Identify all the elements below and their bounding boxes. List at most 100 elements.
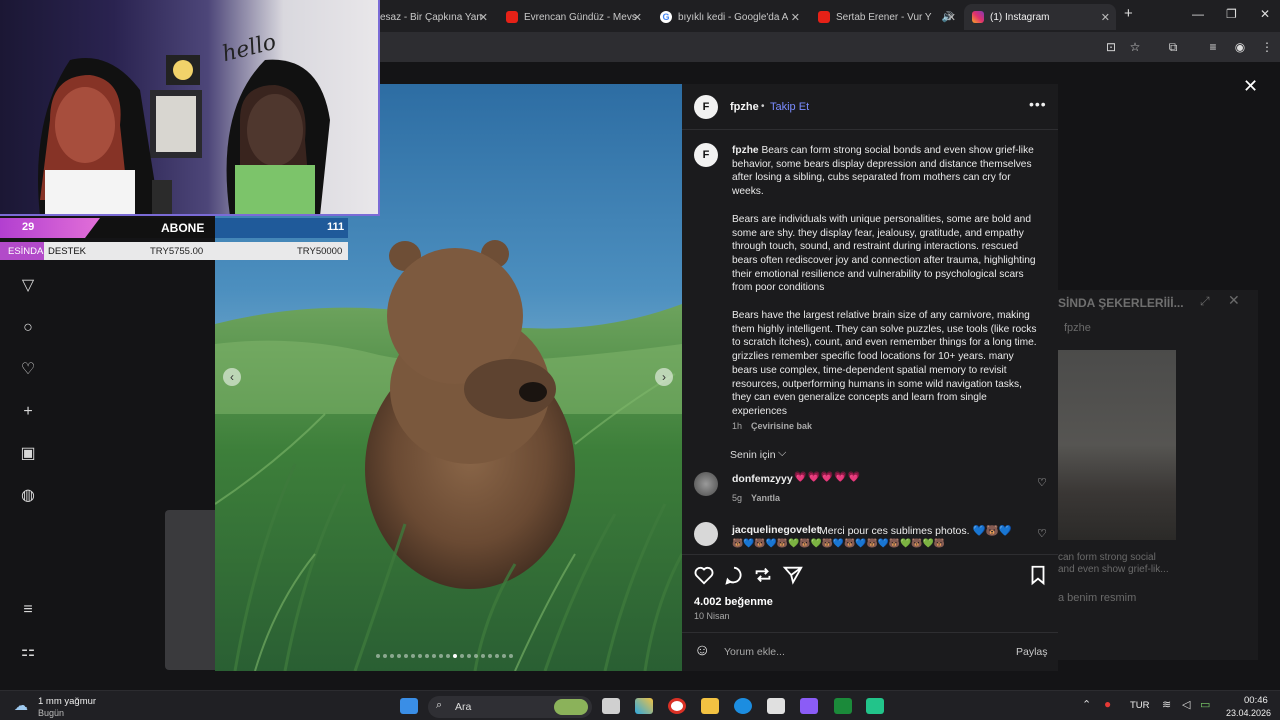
like-heart-icon[interactable] [693, 564, 715, 586]
follow-button[interactable]: Takip Et [770, 101, 809, 113]
heart-icon[interactable]: ♡ [18, 360, 38, 380]
comment-text: Merci pour ces sublimes photos. 💙🐻💙 [819, 525, 1012, 537]
battery-icon[interactable]: ▭ [1200, 698, 1210, 711]
tab-4[interactable]: Sertab Erener - Vur Y 🔊 ✕ [810, 4, 962, 30]
emoji-picker-icon[interactable]: ☺ [694, 642, 710, 660]
install-app-icon[interactable]: ⊡ [1104, 40, 1118, 54]
carousel-dot [495, 654, 499, 658]
profile-avatar-icon[interactable]: ◍ [18, 486, 38, 506]
share-comment-button[interactable]: Paylaş [1016, 646, 1048, 658]
commenter-avatar[interactable] [694, 472, 718, 496]
app-green-icon[interactable] [866, 698, 884, 714]
media-control-icon[interactable]: ≡ [1206, 40, 1220, 54]
carousel-dot [390, 654, 394, 658]
chrome-icon[interactable] [668, 698, 686, 714]
divider [682, 632, 1058, 633]
chat-user: fpzhe [1064, 322, 1091, 334]
tab-close-icon[interactable]: ✕ [791, 11, 800, 24]
commenter-avatar[interactable] [694, 522, 718, 546]
carousel-dot [453, 654, 457, 658]
extensions-icon[interactable]: ⧉ [1166, 40, 1180, 54]
restore-icon[interactable]: ❐ [1226, 7, 1237, 21]
file-explorer-icon[interactable] [701, 698, 719, 714]
clock-time[interactable]: 00:46 [1244, 695, 1268, 706]
carousel-dots [376, 654, 513, 658]
create-icon[interactable]: + [18, 402, 38, 422]
more-options-icon[interactable]: ••• [1029, 96, 1047, 112]
task-view-icon[interactable] [602, 698, 620, 714]
copilot-icon[interactable] [635, 698, 653, 714]
likes-count[interactable]: 4.002 beğenme [694, 596, 773, 608]
bookmark-star-icon[interactable]: ☆ [1128, 40, 1142, 54]
more-apps-icon[interactable]: ⚏ [18, 642, 38, 662]
xbox-icon[interactable] [834, 698, 852, 714]
chat-preview-line-2: and even show grief-lik... [1058, 564, 1169, 575]
reply-link[interactable]: Yanıtla [751, 493, 780, 503]
weather-icon[interactable]: ☁ [14, 697, 28, 714]
donation-label: DESTEK [48, 246, 87, 257]
prev-arrow-icon[interactable]: ‹ [223, 368, 241, 386]
youtube-icon [818, 11, 830, 23]
tab-2[interactable]: Evrencan Gündüz - Mevs ✕ [498, 4, 648, 30]
author-avatar[interactable]: F [694, 95, 718, 119]
chevron-up-icon[interactable]: ⌃ [1082, 698, 1091, 711]
tab-3[interactable]: G bıyıklı kedi - Google'da A ✕ [652, 4, 806, 30]
expand-icon: ⤢ [1200, 294, 1210, 308]
next-arrow-icon[interactable]: › [655, 368, 673, 386]
search-icon[interactable]: ○ [18, 318, 38, 338]
weather-text[interactable]: 1 mm yağmur [38, 696, 96, 707]
clock-date[interactable]: 23.04.2026 [1226, 708, 1271, 718]
tab-instagram[interactable]: (1) Instagram ✕ [964, 4, 1116, 30]
youtube-icon [506, 11, 518, 23]
profile-icon[interactable]: ◉ [1233, 40, 1247, 54]
comment-input[interactable]: Yorum ekle... [724, 646, 785, 658]
carousel-dot [383, 654, 387, 658]
tab-1[interactable]: esaz - Bir Çapkına Yan ✕ [372, 4, 494, 30]
windows-start-icon[interactable] [400, 698, 418, 714]
comment-like-heart-icon[interactable]: ♡ [1037, 476, 1047, 489]
comment-like-heart-icon[interactable]: ♡ [1037, 527, 1047, 540]
post-caption: fpzhe Bears can form strong social bonds… [732, 144, 1040, 433]
menu-icon[interactable]: ≡ [18, 600, 38, 620]
caption-username[interactable]: fpzhe [732, 145, 759, 156]
streamer-webcam-overlay: hello [0, 0, 380, 216]
comment-bubble-icon[interactable] [723, 564, 745, 586]
menu-kebab-icon[interactable]: ⋮ [1260, 40, 1274, 54]
dashboard-icon[interactable]: ▣ [18, 444, 38, 464]
store-icon[interactable] [767, 698, 785, 714]
save-bookmark-icon[interactable] [1027, 564, 1049, 586]
edge-icon[interactable] [734, 698, 752, 714]
new-tab-icon[interactable]: + [1124, 5, 1133, 22]
wifi-icon[interactable]: ≋ [1162, 698, 1171, 711]
author-username[interactable]: fpzhe [730, 101, 759, 113]
microphone-icon[interactable]: ● [1104, 697, 1111, 711]
tab-close-icon[interactable]: ✕ [479, 11, 488, 24]
donation-goal-bar: ESİNDA DESTEK TRY5755.00 TRY50000 [0, 242, 348, 260]
for-you-label[interactable]: Senin için [730, 449, 776, 461]
comment-username[interactable]: donfemzyyy [732, 473, 793, 485]
caption-avatar[interactable]: F [694, 143, 718, 167]
post-details-panel: F fpzhe • Takip Et ••• F fpzhe Bears can… [682, 84, 1058, 671]
repost-icon[interactable] [752, 564, 774, 586]
close-modal-icon[interactable]: ✕ [1243, 76, 1258, 97]
close-window-icon[interactable]: ✕ [1260, 7, 1270, 21]
subscriber-current: 29 [22, 221, 35, 233]
app-icon[interactable] [800, 698, 818, 714]
carousel-dot [425, 654, 429, 658]
see-translation-link[interactable]: Çevirisine bak [751, 421, 812, 431]
comment-username[interactable]: jacquelinegovelet [732, 524, 820, 536]
language-indicator[interactable]: TUR [1130, 700, 1150, 711]
minimize-icon[interactable]: — [1192, 7, 1204, 21]
carousel-dot [418, 654, 422, 658]
tab-close-icon[interactable]: ✕ [633, 11, 642, 24]
taskbar-search-box[interactable]: ⌕ Ara [428, 696, 592, 718]
tab-close-icon[interactable]: ✕ [1101, 11, 1110, 24]
volume-icon[interactable]: ◁ [1182, 698, 1190, 711]
filter-icon[interactable]: ▽ [18, 276, 38, 296]
chat-preview-line-1: can form strong social [1058, 552, 1156, 563]
carousel-dot [432, 654, 436, 658]
tab-close-icon[interactable]: ✕ [947, 11, 956, 24]
carousel-dot [411, 654, 415, 658]
chevron-down-icon[interactable]: ⌵ [778, 447, 786, 460]
share-send-icon[interactable] [782, 564, 804, 586]
